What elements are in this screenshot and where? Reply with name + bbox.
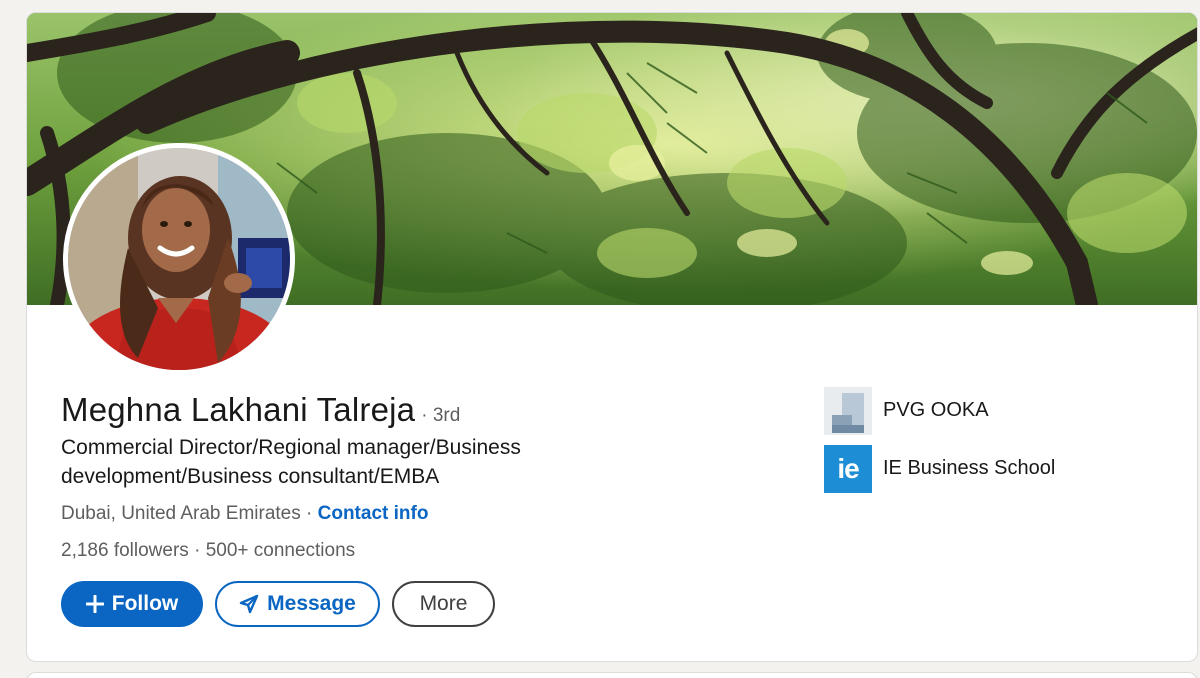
send-icon xyxy=(239,594,259,614)
more-button-label: More xyxy=(419,592,468,615)
profile-actions: Follow Message More xyxy=(61,581,495,627)
next-section-card xyxy=(26,672,1198,678)
profile-location: Dubai, United Arab Emirates xyxy=(61,503,301,524)
followers-count: 2,186 followers xyxy=(61,540,189,561)
profile-organizations: PVG OOKA ie IE Business School xyxy=(824,386,1056,503)
profile-name: Meghna Lakhani Talreja xyxy=(61,391,416,428)
connections-separator: · xyxy=(194,540,206,561)
contact-info-link[interactable]: Contact info xyxy=(318,503,429,524)
org-item-pvg-ooka[interactable]: PVG OOKA xyxy=(824,386,1055,435)
pvg-ooka-logo xyxy=(824,386,872,435)
connections-count: 500+ connections xyxy=(205,540,356,561)
follow-button[interactable]: Follow xyxy=(61,581,203,627)
location-separator: · xyxy=(300,503,318,524)
profile-card: Meghna Lakhani Talreja · 3rd Commercial … xyxy=(26,12,1198,662)
profile-name-row: Meghna Lakhani Talreja · 3rd xyxy=(61,391,460,429)
message-button-label: Message xyxy=(267,592,356,615)
org-name-pvg-ooka: PVG OOKA xyxy=(883,399,989,421)
follow-button-label: Follow xyxy=(111,592,179,615)
more-button[interactable]: More xyxy=(392,581,495,627)
ie-business-school-logo: ie xyxy=(824,444,872,493)
profile-avatar[interactable] xyxy=(63,143,295,375)
network-stats-row: 2,186 followers · 500+ connections xyxy=(61,540,355,562)
plus-icon xyxy=(85,595,104,613)
org-item-ie-business-school[interactable]: ie IE Business School xyxy=(824,444,1056,493)
org-name-ie-business-school: IE Business School xyxy=(883,457,1056,479)
profile-headline: Commercial Director/Regional manager/Bus… xyxy=(61,436,521,488)
message-button[interactable]: Message xyxy=(215,581,380,627)
location-row: Dubai, United Arab Emirates · Contact in… xyxy=(61,503,428,525)
connection-degree-badge: · 3rd xyxy=(421,405,461,426)
